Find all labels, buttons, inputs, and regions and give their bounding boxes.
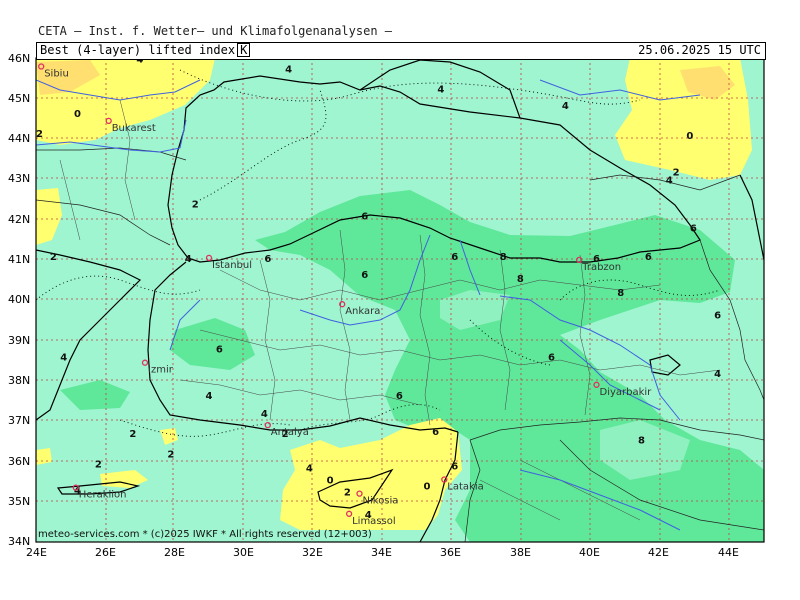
contour-label: 6 (361, 212, 368, 223)
lat-label: 37N (8, 414, 30, 427)
contour-label: 4 (185, 254, 192, 265)
contour-label: 0 (327, 476, 334, 487)
contour-label: 4 (206, 391, 213, 402)
lat-label: 41N (8, 253, 30, 266)
contour-label: 0 (686, 131, 693, 142)
contour-label: 6 (645, 252, 652, 263)
city-name: Latakia (447, 482, 483, 493)
city-name: Izmir (148, 365, 174, 376)
city-name: Limassol (352, 516, 396, 527)
contour-label: 8 (500, 252, 507, 263)
city-name: Sibiu (44, 69, 69, 80)
contour-label: 2 (167, 449, 174, 460)
model-title: CETA — Inst. f. Wetter— und Klimafolgena… (38, 24, 393, 38)
contour-label: 4 (306, 464, 313, 475)
contour-label: 0 (424, 482, 431, 493)
contour-label: 8 (517, 274, 524, 285)
lon-label: 34E (371, 546, 392, 559)
lat-label: 46N (8, 52, 30, 65)
map-header-bar: Best (4-layer) lifted index K 25.06.2025 … (36, 42, 766, 60)
unit-box: K (237, 43, 251, 57)
lon-label: 28E (164, 546, 185, 559)
longitude-labels: 24E 26E 28E 30E 32E 34E 36E 38E 40E 42E … (26, 546, 739, 559)
contour-label: 6 (432, 427, 439, 438)
contour-label: 4 (437, 85, 444, 96)
contour-label: 6 (690, 224, 697, 235)
lon-label: 38E (510, 546, 531, 559)
contour-label: 2 (192, 200, 199, 211)
contour-label: 4 (562, 101, 569, 112)
city-name: Diyarbakir (600, 387, 653, 398)
lifted-index-map: 46N 45N 44N 43N 42N 41N 40N 39N 38N 37N … (8, 52, 765, 559)
contour-label: 6 (714, 310, 721, 321)
lon-label: 24E (26, 546, 47, 559)
contour-label: 6 (396, 391, 403, 402)
city-name: Bukarest (112, 123, 156, 134)
lon-label: 30E (233, 546, 254, 559)
lon-label: 44E (718, 546, 739, 559)
contour-label: 0 (74, 109, 81, 120)
contour-label: 4 (666, 175, 673, 186)
city-name: Heraklion (79, 490, 127, 501)
contour-label: 2 (95, 459, 102, 470)
parameter-name: Best (4-layer) lifted index (40, 43, 236, 57)
lat-label: 38N (8, 374, 30, 387)
lon-label: 32E (302, 546, 323, 559)
contour-label: 6 (216, 345, 223, 356)
contour-label: 4 (60, 353, 67, 364)
contour-label: 6 (264, 254, 271, 265)
contour-label: 2 (129, 429, 136, 440)
contour-label: 4 (714, 369, 721, 380)
lat-label: 44N (8, 132, 30, 145)
lon-label: 40E (579, 546, 600, 559)
city-name: Ankara (345, 306, 380, 317)
lat-label: 35N (8, 495, 30, 508)
lat-label: 39N (8, 334, 30, 347)
contour-label: 2 (36, 129, 43, 140)
contour-label: 6 (451, 462, 458, 473)
city-name: Nikosia (363, 496, 399, 507)
lat-label: 45N (8, 92, 30, 105)
lat-label: 43N (8, 172, 30, 185)
lat-label: 42N (8, 213, 30, 226)
latitude-labels: 46N 45N 44N 43N 42N 41N 40N 39N 38N 37N … (8, 52, 30, 548)
contour-label: 2 (344, 488, 351, 499)
contour-label: 4 (261, 409, 268, 420)
lon-label: 26E (95, 546, 116, 559)
contour-label: 2 (50, 252, 57, 263)
lon-label: 42E (648, 546, 669, 559)
valid-datetime: 25.06.2025 15 UTC (638, 43, 761, 57)
copyright-footer: meteo-services.com * (c)2025 IWKF * All … (38, 529, 372, 540)
contour-label: 6 (361, 270, 368, 281)
contour-label: 6 (548, 353, 555, 364)
city-name: Istanbul (212, 260, 252, 271)
lat-label: 40N (8, 293, 30, 306)
contour-label: 8 (638, 435, 645, 446)
contour-label: 6 (451, 252, 458, 263)
contour-label: 8 (617, 288, 624, 299)
city-name: Antalya (271, 427, 309, 438)
contour-label: 2 (673, 167, 680, 178)
lon-label: 36E (440, 546, 461, 559)
parameter-label: Best (4-layer) lifted index K (40, 43, 251, 57)
city-name: Trabzon (581, 262, 621, 273)
contour-label: 4 (285, 65, 292, 76)
lat-label: 36N (8, 455, 30, 468)
